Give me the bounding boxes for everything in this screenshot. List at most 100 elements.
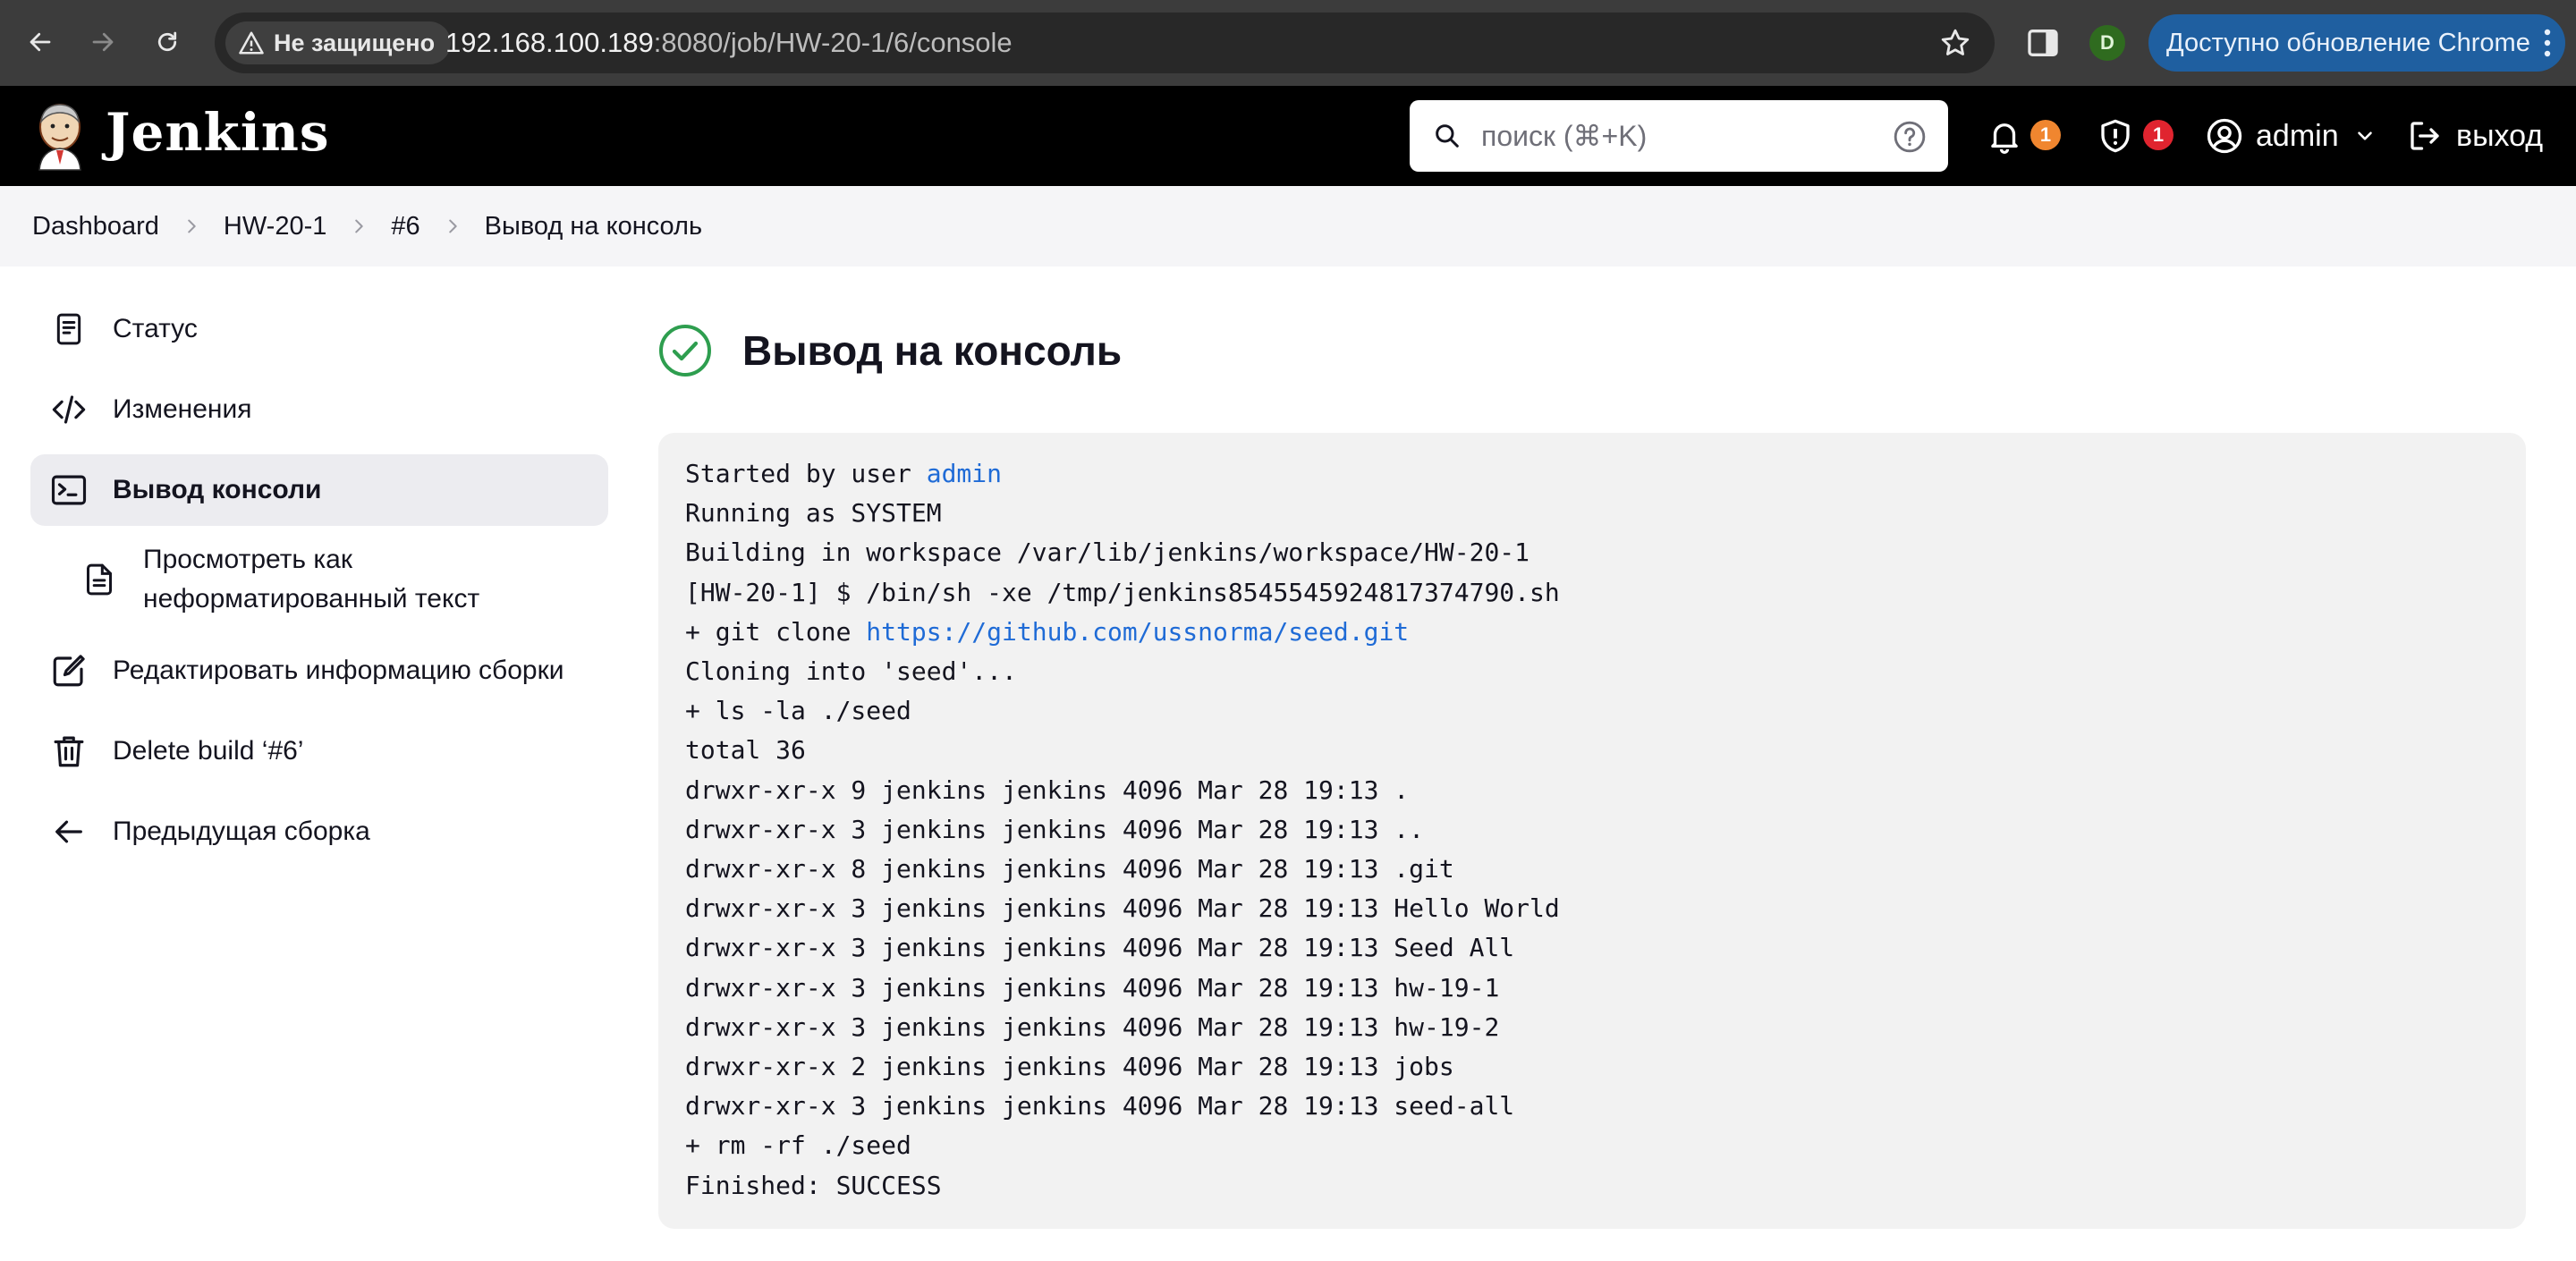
sidebar-item-label: Изменения	[113, 394, 252, 424]
help-icon[interactable]	[1893, 120, 1927, 154]
console-line: drwxr-xr-x 3 jenkins jenkins 4096 Mar 28…	[685, 933, 1515, 963]
update-label: Доступно обновление Chrome	[2166, 28, 2530, 57]
search-box	[1410, 100, 1948, 172]
terminal-icon	[50, 471, 88, 509]
sidebar-item-previous-build[interactable]: Предыдущая сборка	[30, 796, 608, 867]
breadcrumb-job[interactable]: HW-20-1	[224, 212, 327, 241]
browser-toolbar: Не защищено 192.168.100.189:8080/job/HW-…	[0, 0, 2576, 86]
security-label: Не защищено	[274, 29, 436, 56]
console-line: Running as SYSTEM	[685, 498, 942, 529]
console-line: + git clone https://github.com/ussnorma/…	[685, 613, 2499, 652]
breadcrumb-current[interactable]: Вывод на консоль	[485, 212, 702, 241]
console-line: drwxr-xr-x 3 jenkins jenkins 4096 Mar 28…	[685, 814, 1425, 844]
chevron-right-icon	[188, 219, 196, 233]
console-line: + rm -rf ./seed	[685, 1130, 911, 1161]
console-line: drwxr-xr-x 8 jenkins jenkins 4096 Mar 28…	[685, 854, 1454, 884]
arrow-right-icon	[92, 32, 114, 52]
console-line: drwxr-xr-x 2 jenkins jenkins 4096 Mar 28…	[685, 1052, 1454, 1082]
search-icon	[1436, 124, 1459, 148]
bell-icon	[1991, 123, 2018, 155]
sidebar-item-label: Вывод консоли	[113, 475, 322, 504]
breadcrumb-build[interactable]: #6	[391, 212, 419, 241]
reload-button[interactable]	[147, 21, 188, 63]
console-line: + ls -la ./seed	[685, 696, 911, 726]
edit-icon	[50, 652, 88, 690]
user-menu-button[interactable]: admin	[2206, 86, 2377, 186]
console-git-prefix: + git clone	[685, 616, 867, 647]
logout-button[interactable]: выход	[2406, 86, 2543, 186]
url-text[interactable]: 192.168.100.189:8080/job/HW-20-1/6/conso…	[445, 13, 1013, 73]
trash-icon	[50, 732, 88, 770]
url-path: :8080/job/HW-20-1/6/console	[653, 27, 1013, 58]
console-output: Started by user admin Running as SYSTEM Bu…	[658, 433, 2526, 1229]
breadcrumb-separator	[420, 216, 485, 236]
sidebar-item-label: Предыдущая сборка	[113, 817, 370, 846]
document-icon	[50, 310, 88, 348]
sidebar-item-console-output[interactable]: Вывод консоли	[30, 454, 608, 526]
sidebar-item-label: Редактировать информацию сборки	[113, 656, 564, 685]
console-user-link[interactable]: admin	[927, 459, 1002, 488]
user-icon	[2207, 118, 2242, 154]
breadcrumb: Dashboard HW-20-1 #6 Вывод на консоль	[0, 186, 2576, 267]
sidebar-item-label: Delete build ‘#6’	[113, 736, 304, 766]
sidebar-item-label: Статус	[113, 314, 198, 343]
chevron-right-icon	[355, 219, 364, 233]
console-line: drwxr-xr-x 3 jenkins jenkins 4096 Mar 28…	[685, 972, 1500, 1003]
forward-button[interactable]	[82, 21, 123, 63]
chevron-down-icon	[2357, 131, 2372, 140]
sidebar-item-plain-text[interactable]: Просмотреть как неформатированный текст	[30, 535, 608, 624]
page-title: Вывод на консоль	[742, 327, 1123, 374]
reload-icon	[157, 31, 177, 52]
jenkins-logo-icon[interactable]	[32, 100, 88, 172]
page-heading: Вывод на консоль	[658, 322, 1122, 379]
sidebar-item-changes[interactable]: Изменения	[30, 374, 608, 445]
arrow-left-icon	[30, 32, 51, 52]
console-line: [HW-20-1] $ /bin/sh -xe /tmp/jenkins8545…	[685, 577, 1560, 607]
sidebar-item-edit-build-info[interactable]: Редактировать информацию сборки	[30, 635, 608, 707]
side-panel: Статус Изменения Вывод консоли Просмотре…	[30, 293, 608, 876]
sidebar-item-status[interactable]: Статус	[30, 293, 608, 365]
arrow-left-icon	[50, 813, 88, 851]
notifications-badge: 1	[2030, 120, 2061, 150]
code-icon	[50, 391, 88, 428]
console-line: drwxr-xr-x 3 jenkins jenkins 4096 Mar 28…	[685, 1091, 1515, 1121]
shield-alert-icon	[2101, 119, 2130, 153]
console-started-prefix: Started by user	[685, 459, 927, 488]
console-line: Cloning into 'seed'...	[685, 656, 1017, 687]
sidebar-item-delete-build[interactable]: Delete build ‘#6’	[30, 715, 608, 787]
console-line: Finished: SUCCESS	[685, 1170, 942, 1200]
console-line: drwxr-xr-x 9 jenkins jenkins 4096 Mar 28…	[685, 774, 1410, 805]
console-line: Started by user admin	[685, 454, 2499, 494]
back-button[interactable]	[20, 21, 61, 63]
console-line: drwxr-xr-x 3 jenkins jenkins 4096 Mar 28…	[685, 1011, 1500, 1042]
security-warnings-button[interactable]: 1	[2097, 86, 2174, 186]
breadcrumb-separator	[159, 216, 224, 236]
logout-icon	[2411, 122, 2439, 150]
breadcrumb-dashboard[interactable]: Dashboard	[32, 212, 159, 241]
app-title[interactable]: Jenkins	[106, 102, 330, 163]
security-badge: 1	[2143, 120, 2174, 150]
chevron-right-icon	[448, 219, 457, 233]
security-indicator[interactable]: Не защищено	[225, 21, 452, 64]
logout-label: выход	[2456, 118, 2544, 153]
url-host: 192.168.100.189	[445, 27, 654, 58]
user-name: admin	[2256, 118, 2339, 153]
more-vert-icon	[2544, 29, 2551, 57]
console-text: Started by user admin Running as SYSTEM Bu…	[685, 454, 2499, 1206]
bookmark-star-icon[interactable]	[1939, 27, 1971, 59]
console-line: drwxr-xr-x 3 jenkins jenkins 4096 Mar 28…	[685, 893, 1560, 924]
profile-avatar[interactable]: D	[2089, 25, 2125, 61]
jenkins-header: Jenkins 1 1 admin выход	[0, 86, 2576, 186]
notifications-button[interactable]: 1	[1986, 86, 2061, 186]
console-line: total 36	[685, 735, 806, 766]
chrome-update-button[interactable]: Доступно обновление Chrome	[2148, 14, 2565, 72]
warning-icon	[239, 31, 264, 55]
file-text-icon	[80, 561, 118, 598]
success-check-icon	[659, 325, 711, 377]
address-bar[interactable]: Не защищено 192.168.100.189:8080/job/HW-…	[215, 13, 1995, 73]
sidebar-item-label: Просмотреть как неформатированный текст	[143, 545, 480, 614]
side-panel-icon[interactable]	[2025, 25, 2061, 61]
console-git-url-link[interactable]: https://github.com/ussnorma/seed.git	[866, 617, 1409, 647]
search-input[interactable]	[1481, 111, 1866, 161]
breadcrumb-separator	[326, 216, 391, 236]
